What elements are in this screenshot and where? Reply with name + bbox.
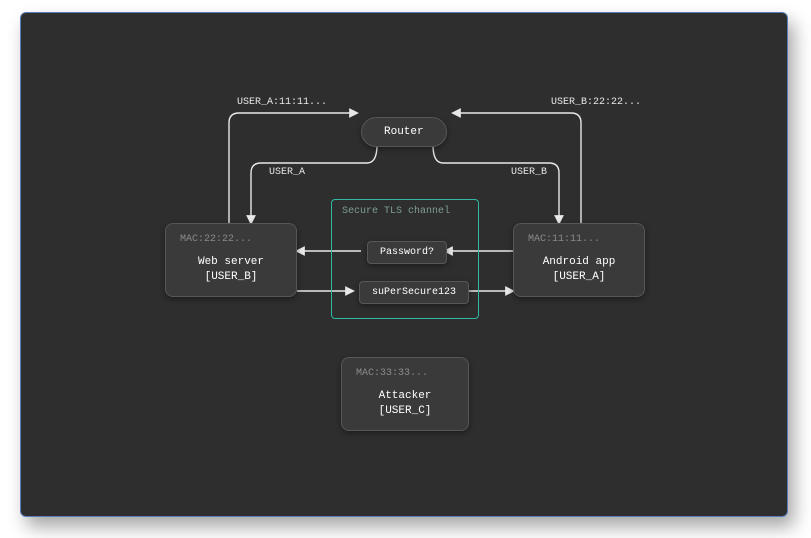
tls-channel-label: Secure TLS channel [342, 206, 450, 217]
android-app-title: Android app [528, 255, 630, 270]
web-server-title: Web server [180, 255, 282, 270]
web-server-user: [USER_B] [180, 270, 282, 285]
android-app-user: [USER_A] [528, 270, 630, 285]
attacker-mac: MAC:33:33... [356, 368, 454, 379]
edge-label-mid-left: USER_A [269, 167, 305, 178]
router-node: Router [361, 117, 447, 147]
web-server-node: MAC:22:22... Web server [USER_B] [165, 223, 297, 297]
android-app-mac: MAC:11:11... [528, 234, 630, 245]
router-label: Router [384, 126, 424, 138]
attacker-user: [USER_C] [356, 404, 454, 419]
attacker-title: Attacker [356, 389, 454, 404]
message-response-text: suPerSecure123 [372, 287, 456, 298]
web-server-mac: MAC:22:22... [180, 234, 282, 245]
message-password-text: Password? [380, 247, 434, 258]
edge-label-mid-right: USER_B [511, 167, 547, 178]
message-password: Password? [367, 241, 447, 264]
diagram-frame: Router Secure TLS channel MAC:22:22... W… [20, 12, 788, 517]
attacker-node: MAC:33:33... Attacker [USER_C] [341, 357, 469, 431]
android-app-node: MAC:11:11... Android app [USER_A] [513, 223, 645, 297]
edge-label-top-left: USER_A:11:11... [237, 97, 327, 108]
message-response: suPerSecure123 [359, 281, 469, 304]
edge-label-top-right: USER_B:22:22... [551, 97, 641, 108]
